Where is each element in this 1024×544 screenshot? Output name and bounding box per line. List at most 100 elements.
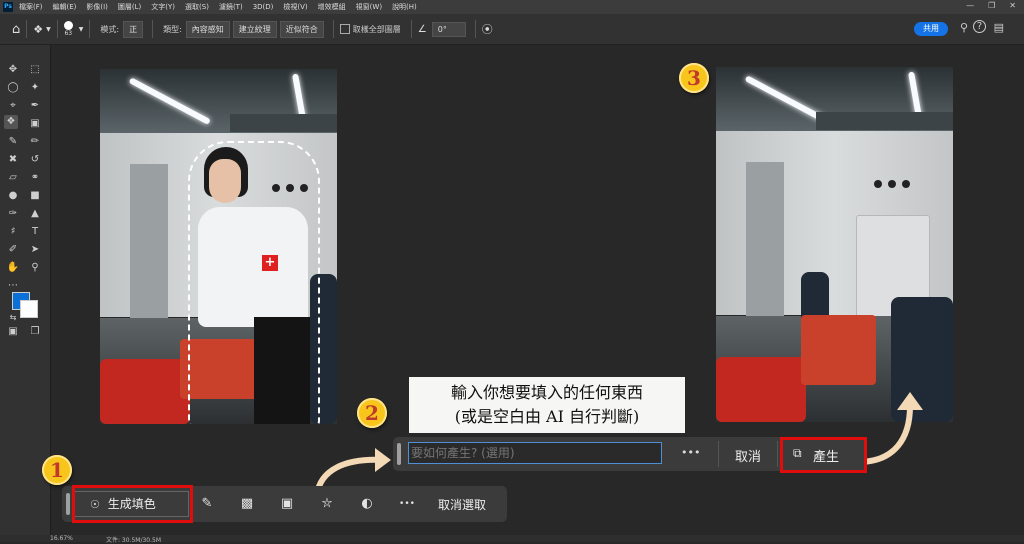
- menu-plugins[interactable]: 增效模組: [318, 2, 346, 12]
- hand-tool-icon[interactable]: ✋: [6, 261, 20, 275]
- step-1-badge: 1: [42, 455, 72, 485]
- pencil-tool-icon[interactable]: ✏: [28, 135, 42, 149]
- red-bag: [100, 359, 190, 424]
- type-content-aware-button[interactable]: 內容感知: [185, 20, 230, 38]
- triangle-shape-icon[interactable]: ▲: [28, 207, 42, 221]
- generative-fill-highlight: [72, 485, 193, 523]
- prompt-input[interactable]: [408, 442, 662, 464]
- status-bar: 16.67% 文件: 30.5M/30.5M: [0, 535, 1024, 544]
- menu-help[interactable]: 說明(H): [392, 2, 417, 12]
- fill-bucket-icon[interactable]: ⛦: [319, 496, 335, 512]
- instruction-callout: 輸入你想要填入的任何東西 (或是空白由 AI 自行判斷): [409, 377, 685, 433]
- cabinet: [816, 112, 953, 130]
- deselect-button[interactable]: 取消選取: [438, 496, 486, 513]
- drag-handle[interactable]: [397, 443, 401, 465]
- type-create-texture-button[interactable]: 建立紋理: [232, 20, 277, 38]
- quick-mask-icon[interactable]: ▣: [6, 325, 20, 339]
- vent: [902, 180, 910, 188]
- menu-image[interactable]: 影像(I): [86, 2, 108, 12]
- angle-icon: ∠: [417, 23, 427, 35]
- canvas-image-after: [716, 67, 953, 422]
- eraser-tool-icon[interactable]: ▱: [6, 171, 20, 185]
- lasso-tool-icon[interactable]: ◯: [6, 81, 20, 95]
- menu-select[interactable]: 選取(S): [185, 2, 209, 12]
- magic-wand-tool-icon[interactable]: ✦: [28, 81, 42, 95]
- dodge-tool-icon[interactable]: ●: [6, 189, 20, 203]
- divider: [410, 20, 412, 38]
- home-icon[interactable]: ⌂: [12, 22, 20, 37]
- menu-bar: Ps 檔案(F) 編輯(E) 影像(I) 圖層(L) 文字(Y) 選取(S) 濾…: [0, 0, 1024, 14]
- marquee-tool-icon[interactable]: ⬚: [28, 63, 42, 77]
- cancel-button[interactable]: 取消: [735, 446, 761, 465]
- help-icon[interactable]: ?: [973, 20, 986, 33]
- contextual-task-bar: ☉ 生成填色 ✎ ▩ ▣ ⛦ ◐ ••• 取消選取: [62, 485, 507, 523]
- eyedropper-tool-icon[interactable]: ✒: [28, 99, 42, 113]
- more-options-icon[interactable]: •••: [399, 496, 415, 512]
- history-brush-tool-icon[interactable]: ↺: [28, 153, 42, 167]
- minimize-icon[interactable]: —: [966, 1, 974, 10]
- step-3-badge: 3: [679, 63, 709, 93]
- type-tool-icon[interactable]: T: [28, 225, 42, 239]
- search-icon[interactable]: ⚲: [960, 21, 968, 34]
- brush-size-picker[interactable]: 63: [63, 21, 73, 37]
- healing-brush-icon[interactable]: ❖: [33, 23, 43, 36]
- sample-all-layers-checkbox[interactable]: [339, 24, 350, 34]
- window-controls: — ❐ ✕: [966, 1, 1016, 10]
- path-tool-icon[interactable]: ♯: [6, 225, 20, 239]
- menu-3d[interactable]: 3D(D): [253, 3, 274, 11]
- gradient-tool-icon[interactable]: ■: [28, 189, 42, 203]
- pen-anchor-icon[interactable]: ✐: [6, 243, 20, 257]
- clone-stamp-tool-icon[interactable]: ✖: [6, 153, 20, 167]
- brush-edit-icon[interactable]: ✎: [199, 496, 215, 512]
- menu-filter[interactable]: 濾鏡(T): [219, 2, 243, 12]
- chevron-down-icon[interactable]: ▼: [46, 26, 51, 33]
- angle-input[interactable]: 0°: [431, 21, 466, 37]
- crop-tool-icon[interactable]: ⌖: [6, 99, 20, 113]
- mask-icon[interactable]: ▣: [279, 496, 295, 512]
- red-bag: [716, 357, 806, 422]
- adjustment-icon[interactable]: ◐: [359, 496, 375, 512]
- drag-handle[interactable]: [66, 493, 70, 515]
- cabinet: [230, 114, 337, 132]
- selection-marquee: [188, 141, 320, 424]
- background-color-swatch[interactable]: [20, 300, 38, 318]
- document-size: 文件: 30.5M/30.5M: [106, 537, 162, 544]
- callout-line-1: 輸入你想要填入的任何東西: [450, 383, 643, 402]
- workspace-icon[interactable]: ▤: [994, 21, 1004, 34]
- more-options-icon[interactable]: •••: [681, 446, 700, 459]
- generate-button[interactable]: 產生: [813, 446, 839, 465]
- mode-select[interactable]: 正: [123, 20, 144, 38]
- photoshop-logo-icon: Ps: [3, 2, 13, 12]
- divider: [89, 20, 91, 38]
- menu-view[interactable]: 檢視(V): [283, 2, 307, 12]
- patch-tool-icon[interactable]: ▣: [28, 117, 42, 131]
- equipment-rack: [746, 162, 784, 322]
- smudge-tool-icon[interactable]: ⚭: [28, 171, 42, 185]
- modify-selection-icon[interactable]: ▩: [239, 496, 255, 512]
- chevron-down-icon[interactable]: ▼: [79, 26, 84, 33]
- screen-mode-icon[interactable]: ❐: [28, 325, 42, 339]
- more-tools-icon[interactable]: ⋯: [6, 279, 20, 293]
- menu-window[interactable]: 視窗(W): [356, 2, 382, 12]
- spot-healing-tool-icon[interactable]: ❖: [4, 115, 18, 129]
- pen-tool-icon[interactable]: ✑: [6, 207, 20, 221]
- restore-icon[interactable]: ❐: [988, 1, 995, 10]
- close-icon[interactable]: ✕: [1009, 1, 1016, 10]
- move-tool-icon[interactable]: ✥: [6, 63, 20, 77]
- divider: [56, 20, 58, 38]
- brush-tool-icon[interactable]: ✎: [6, 135, 20, 149]
- menu-edit[interactable]: 編輯(E): [53, 2, 77, 12]
- share-button[interactable]: 共用: [914, 22, 948, 36]
- path-selection-tool-icon[interactable]: ➤: [28, 243, 42, 257]
- generative-prompt-bar: ••• 取消 ⧉ 產生: [393, 437, 867, 473]
- pressure-icon[interactable]: ⦿: [482, 21, 493, 37]
- menu-file[interactable]: 檔案(F): [19, 2, 43, 12]
- edit-toolbar-icon[interactable]: ⇆: [6, 311, 20, 325]
- divider: [718, 441, 719, 467]
- menu-layer[interactable]: 圖層(L): [118, 2, 141, 12]
- zoom-level[interactable]: 16.67%: [50, 535, 73, 542]
- type-proximity-match-button[interactable]: 近似符合: [279, 20, 324, 38]
- stretcher: [801, 315, 876, 385]
- zoom-tool-icon[interactable]: ⚲: [28, 261, 42, 275]
- menu-type[interactable]: 文字(Y): [151, 2, 175, 12]
